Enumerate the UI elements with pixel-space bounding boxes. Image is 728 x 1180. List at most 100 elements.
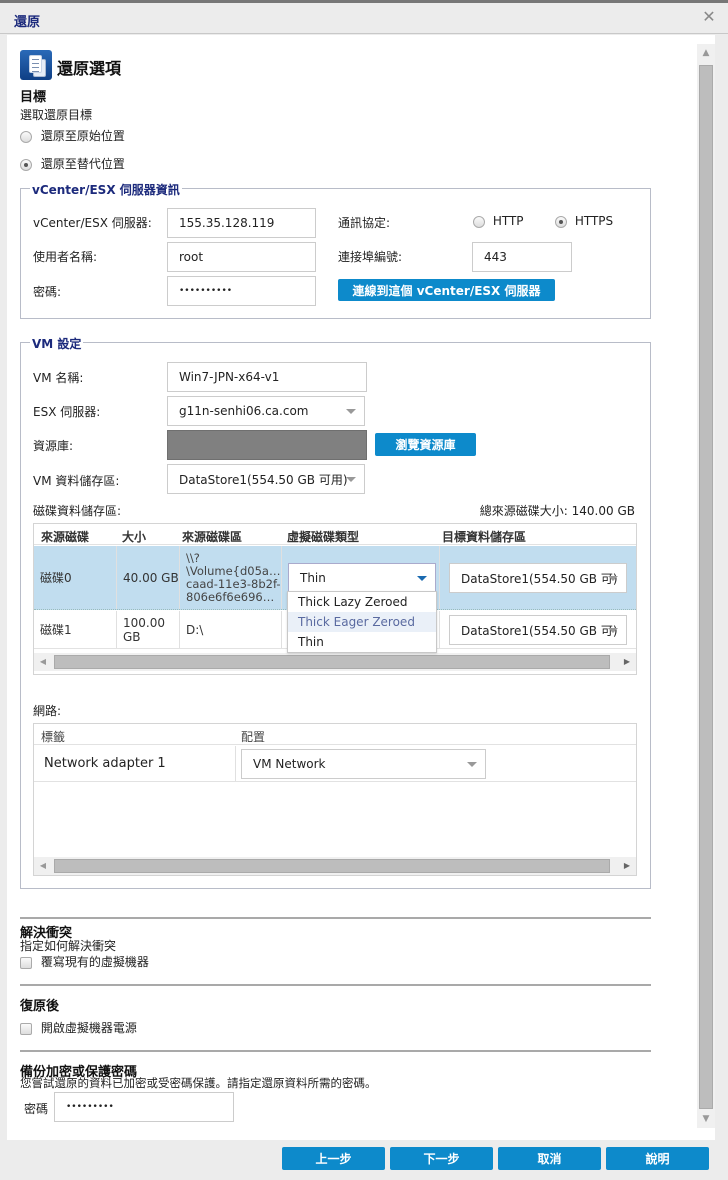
network-config-cell: VM Network (236, 746, 636, 781)
protocol-http-option[interactable]: HTTP (473, 214, 524, 228)
password-input[interactable]: •••••••••• (167, 276, 316, 306)
target-datastore-select[interactable]: DataStore1(554.50 GB 可) (449, 563, 627, 593)
scroll-right-icon[interactable]: ▶ (618, 857, 636, 875)
disk-type-option[interactable]: Thick Eager Zeroed (288, 612, 436, 632)
section-divider (20, 984, 651, 986)
disk-name: 磁碟0 (34, 546, 117, 609)
browse-resource-pool-button[interactable]: 瀏覽資源庫 (375, 433, 476, 456)
scroll-left-icon[interactable]: ◀ (34, 857, 52, 875)
resource-pool-label: 資源庫: (33, 439, 74, 453)
disk-volume: \\? \Volume{d05a… caad-11e3-8b2f- 806e6f… (180, 546, 282, 609)
network-label: 網路: (33, 704, 62, 718)
scrollbar-thumb[interactable] (54, 859, 610, 873)
restore-alternate-radio[interactable] (20, 158, 32, 171)
esx-server-select[interactable]: g11n-senhi06.ca.com (167, 396, 365, 426)
disk-datastore-label: 磁碟資料儲存區: (33, 504, 122, 518)
dialog-title: 還原 (14, 15, 41, 30)
next-button[interactable]: 下一步 (390, 1147, 493, 1170)
volume-line: 806e6f6e696… (186, 589, 275, 604)
network-table: 標籤 配置 Network adapter 1 VM Network ◀ ▶ (33, 723, 637, 876)
power-on-checkbox[interactable] (20, 1022, 32, 1035)
col-target-datastore[interactable]: 目標資料儲存區 (442, 528, 526, 545)
help-button[interactable]: 說明 (606, 1147, 709, 1170)
scroll-left-icon[interactable]: ◀ (34, 653, 52, 671)
disk-table-hscrollbar[interactable]: ◀ ▶ (34, 653, 636, 671)
disk-name: 磁碟1 (34, 611, 117, 648)
network-table-header: 標籤 配置 (34, 724, 636, 745)
port-input[interactable]: 443 (472, 242, 572, 272)
network-table-hscrollbar[interactable]: ◀ ▶ (34, 857, 636, 875)
disk-type-option[interactable]: Thin (288, 632, 436, 652)
section-divider (20, 917, 651, 919)
overwrite-vm-label: 覆寫現有的虛擬機器 (40, 955, 149, 969)
connect-server-button[interactable]: 連線到這個 vCenter/ESX 伺服器 (338, 279, 555, 301)
target-datastore-select[interactable]: DataStore1(554.50 GB 可) (449, 615, 627, 645)
scroll-up-icon[interactable]: ▲ (697, 44, 715, 62)
overwrite-vm-option[interactable]: 覆寫現有的虛擬機器 (20, 953, 149, 970)
previous-button[interactable]: 上一步 (282, 1147, 385, 1170)
disk-type-option[interactable]: Thick Lazy Zeroed (288, 592, 436, 612)
network-row[interactable]: Network adapter 1 VM Network (34, 746, 636, 782)
target-datastore-cell: DataStore1(554.50 GB 可) (440, 611, 636, 648)
scrollbar-thumb[interactable] (54, 655, 610, 669)
scroll-right-icon[interactable]: ▶ (618, 653, 636, 671)
http-radio[interactable] (473, 215, 485, 228)
encryption-password-value: ••••••••• (66, 1102, 114, 1112)
page-title: 還原選項 (57, 59, 122, 78)
esx-server-value: g11n-senhi06.ca.com (179, 404, 309, 418)
network-adapter-label: Network adapter 1 (34, 746, 236, 781)
destination-title: 目標 (20, 90, 47, 105)
target-datastore-cell: DataStore1(554.50 GB 可) (440, 546, 636, 609)
col-size[interactable]: 大小 (122, 528, 146, 545)
size-line: GB (123, 629, 141, 644)
scrollbar-thumb[interactable] (699, 65, 713, 1109)
cancel-button[interactable]: 取消 (498, 1147, 601, 1170)
col-source-disk[interactable]: 來源磁碟 (41, 528, 89, 545)
password-label: 密碼: (33, 285, 62, 299)
restore-original-option[interactable]: 還原至原始位置 (20, 127, 125, 144)
col-config[interactable]: 配置 (241, 728, 265, 745)
chevron-down-icon (346, 477, 356, 482)
vcenter-legend: vCenter/ESX 伺服器資訊 (30, 181, 182, 198)
post-restore-title: 復原後 (20, 999, 60, 1014)
col-source-volume[interactable]: 來源磁碟區 (182, 528, 242, 545)
username-input[interactable]: root (167, 242, 316, 272)
power-on-option[interactable]: 開啟虛擬機器電源 (20, 1019, 137, 1036)
conflict-subtitle: 指定如何解決衝突 (20, 939, 117, 953)
encryption-password-label: 密碼 (24, 1102, 49, 1116)
destination-subtitle: 選取還原目標 (20, 108, 93, 122)
overwrite-vm-checkbox[interactable] (20, 956, 32, 969)
vm-datastore-select[interactable]: DataStore1(554.50 GB 可用) (167, 464, 365, 494)
encryption-password-input[interactable]: ••••••••• (54, 1092, 234, 1122)
port-value: 443 (484, 250, 507, 264)
restore-original-radio[interactable] (20, 130, 32, 143)
col-disk-type[interactable]: 虛擬磁碟類型 (287, 528, 359, 545)
scroll-down-icon[interactable]: ▼ (697, 1110, 715, 1128)
restore-alternate-option[interactable]: 還原至替代位置 (20, 155, 125, 172)
chevron-down-icon (417, 576, 427, 581)
vm-name-input[interactable]: Win7-JPN-x64-v1 (167, 362, 367, 392)
disk-type-value: Thin (300, 571, 326, 585)
vm-legend: VM 設定 (30, 335, 84, 352)
col-label[interactable]: 標籤 (41, 728, 65, 745)
protocol-label: 通訊協定: (338, 216, 391, 230)
protocol-https-option[interactable]: HTTPS (555, 214, 613, 228)
http-label: HTTP (492, 214, 524, 228)
https-radio[interactable] (555, 215, 567, 228)
resource-pool-input (167, 430, 367, 460)
disk-table-header: 來源磁碟 大小 來源磁碟區 虛擬磁碟類型 目標資料儲存區 (34, 524, 636, 545)
network-config-select[interactable]: VM Network (241, 749, 486, 779)
close-icon[interactable]: ✕ (701, 9, 717, 25)
server-value: 155.35.128.119 (179, 216, 275, 230)
esx-server-label: ESX 伺服器: (33, 405, 101, 419)
disk-type-select[interactable]: Thin (288, 563, 436, 593)
dialog-titlebar[interactable]: 還原 ✕ (0, 3, 728, 34)
server-input[interactable]: 155.35.128.119 (167, 208, 316, 238)
https-label: HTTPS (574, 214, 614, 228)
vm-datastore-value: DataStore1(554.50 GB 可用) (179, 472, 348, 487)
size-line: 100.00 (123, 615, 165, 630)
network-config-value: VM Network (253, 757, 326, 771)
username-value: root (179, 250, 204, 264)
vm-datastore-label: VM 資料儲存區: (33, 474, 120, 488)
vertical-scrollbar[interactable]: ▲ ▼ (697, 44, 715, 1128)
